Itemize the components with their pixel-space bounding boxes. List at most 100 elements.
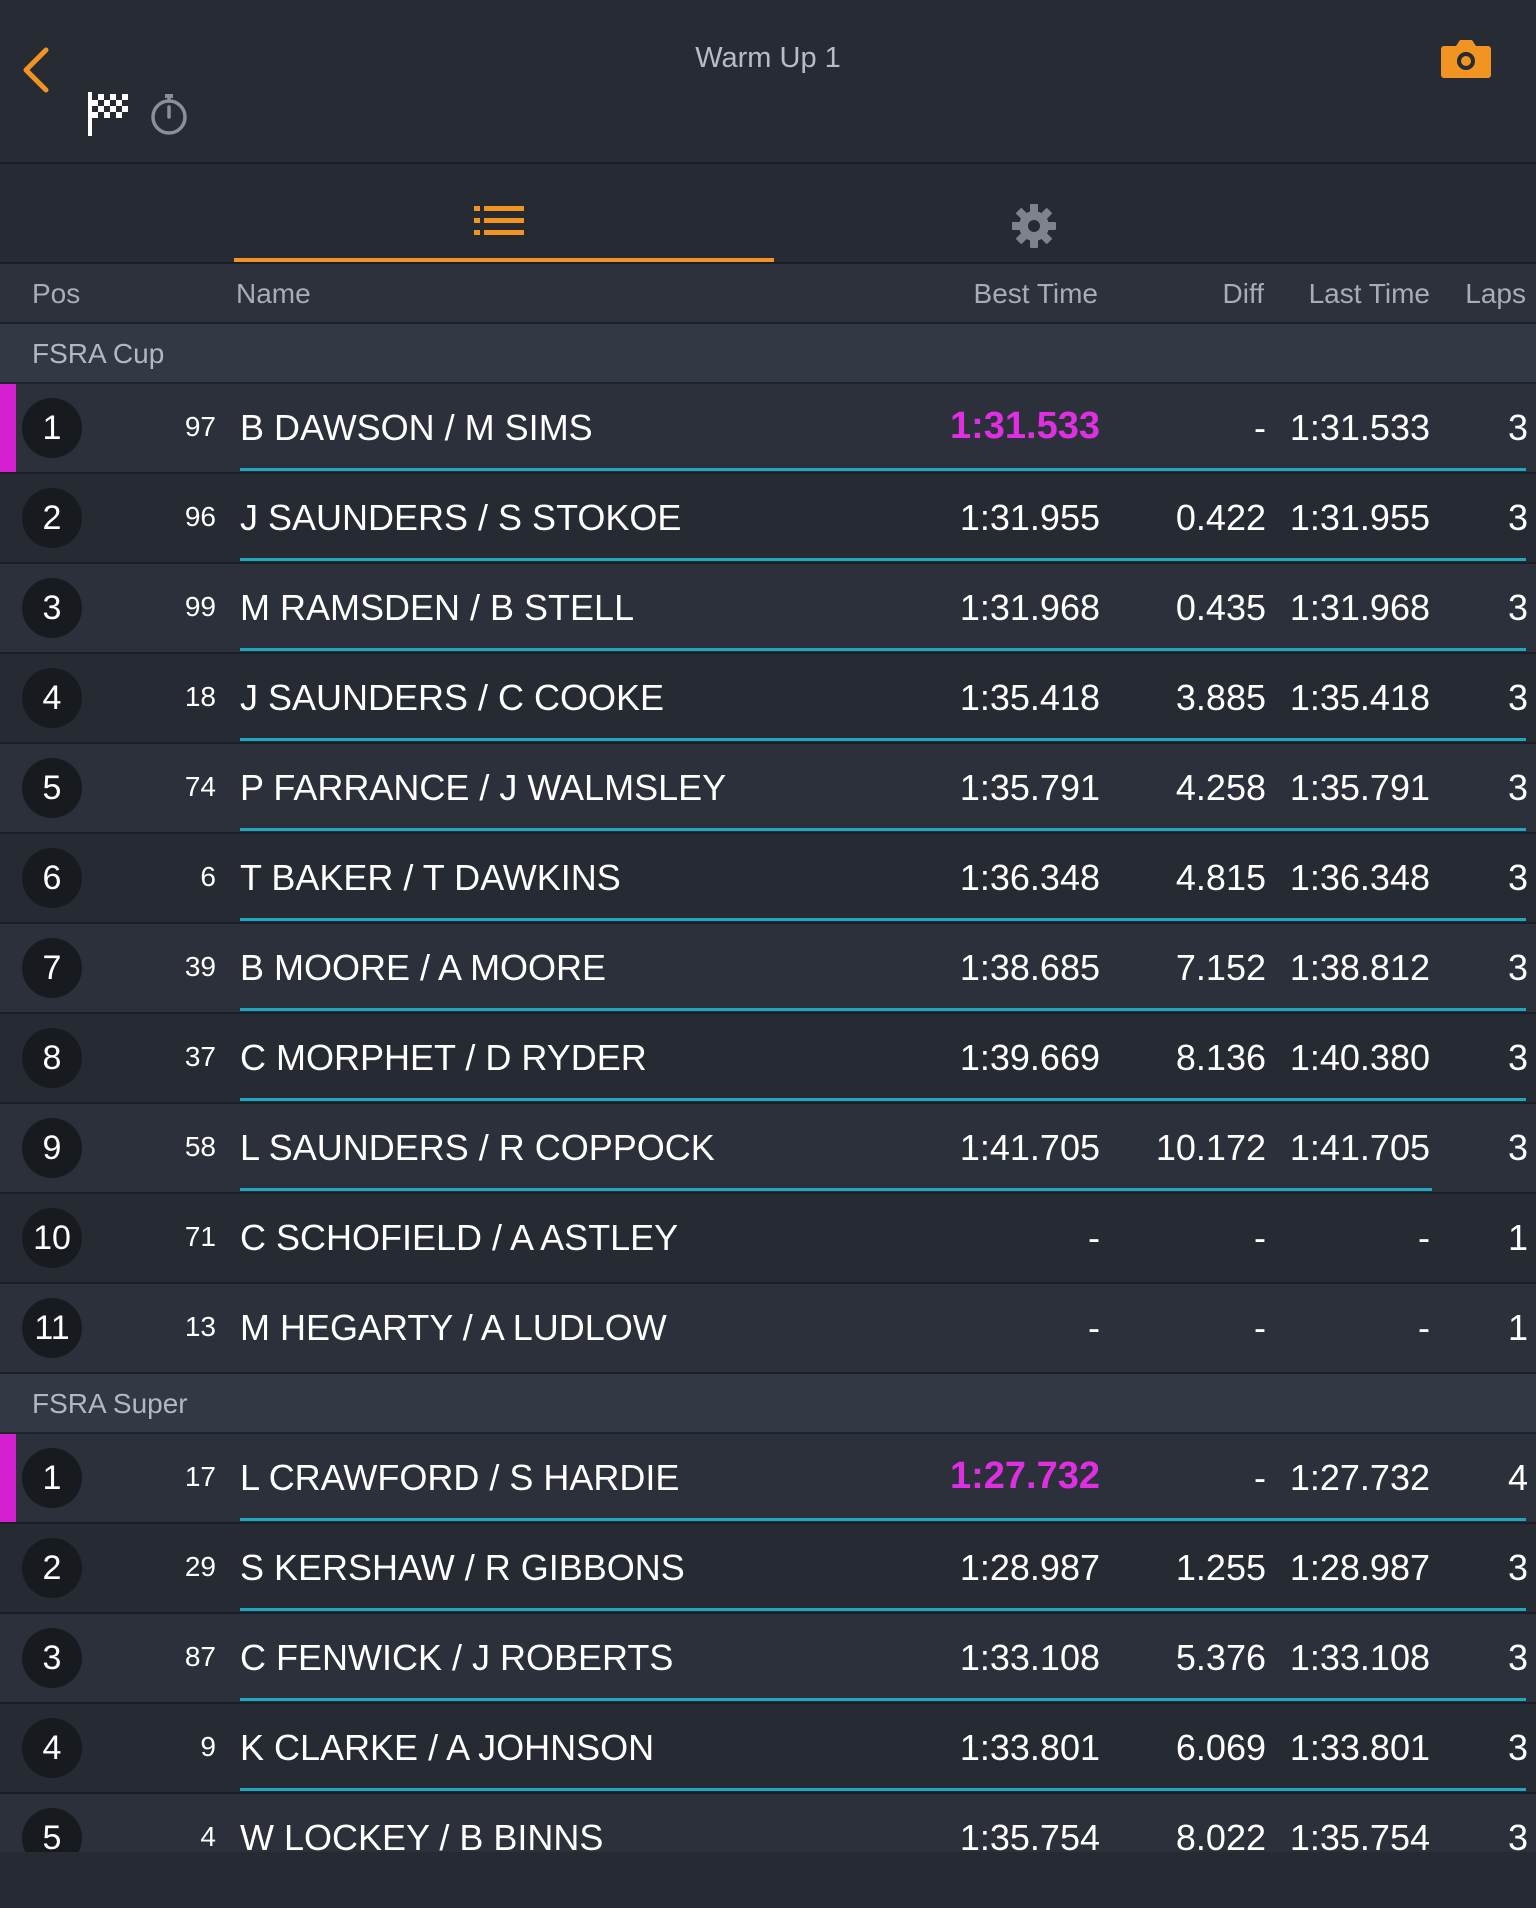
list-icon: [474, 206, 524, 235]
leader-indicator: [0, 384, 16, 472]
lap-progress-line: [240, 468, 1526, 471]
table-row[interactable]: 3 99 M RAMSDEN / B STELL 1:31.968 0.435 1:31.…: [0, 564, 1536, 654]
position-badge: 3: [22, 1628, 82, 1688]
last-time: 1:31.533: [1289, 407, 1430, 448]
best-time: 1:33.108: [959, 1637, 1100, 1678]
table-row[interactable]: 7 39 B MOORE / A MOORE 1:38.685 7.152 1:38.81…: [0, 924, 1536, 1014]
driver-names: C MORPHET / D RYDER: [240, 1037, 647, 1078]
best-time: 1:31.533: [949, 405, 1100, 447]
diff-time: 0.435: [1175, 587, 1266, 628]
tab-results-list[interactable]: [234, 164, 774, 262]
last-time: 1:35.418: [1289, 677, 1430, 718]
laps-count: 3: [1507, 677, 1528, 718]
table-row[interactable]: 11 13 M HEGARTY / A LUDLOW - - - 1: [0, 1284, 1536, 1374]
laps-count: 3: [1507, 497, 1528, 538]
last-time: 1:27.732: [1289, 1457, 1430, 1498]
car-number: 58: [184, 1131, 216, 1162]
lap-progress-line: [240, 828, 1526, 831]
table-row[interactable]: 9 58 L SAUNDERS / R COPPOCK 1:41.705 10.172 1…: [0, 1104, 1536, 1194]
leader-indicator: [0, 1434, 16, 1522]
car-number: 39: [184, 951, 216, 982]
car-number: 74: [184, 771, 216, 802]
laps-count: 4: [1507, 1457, 1528, 1498]
lap-progress-line: [240, 1608, 1526, 1611]
diff-time: 6.069: [1175, 1727, 1266, 1768]
stopwatch-icon: [151, 94, 187, 135]
laps-count: 3: [1507, 767, 1528, 808]
diff-time: 7.152: [1175, 947, 1266, 988]
diff-time: -: [1254, 407, 1266, 448]
car-number: 17: [184, 1461, 216, 1492]
driver-names: L CRAWFORD / S HARDIE: [240, 1457, 680, 1498]
car-number: 6: [200, 861, 216, 892]
best-time: 1:33.801: [959, 1727, 1100, 1768]
table-row[interactable]: 4 9 K CLARKE / A JOHNSON 1:33.801 6.069 1:33.…: [0, 1704, 1536, 1794]
diff-time: -: [1254, 1217, 1266, 1258]
table-row[interactable]: 8 37 C MORPHET / D RYDER 1:39.669 8.136 1:40.…: [0, 1014, 1536, 1104]
last-time: -: [1418, 1307, 1430, 1348]
diff-time: -: [1254, 1307, 1266, 1348]
car-number: 13: [184, 1311, 216, 1342]
position-badge: 10: [22, 1208, 82, 1268]
car-number: 87: [184, 1641, 216, 1672]
lap-progress-line: [240, 1188, 1432, 1191]
car-number: 99: [184, 591, 216, 622]
diff-time: 4.258: [1175, 767, 1266, 808]
driver-names: C SCHOFIELD / A ASTLEY: [240, 1217, 679, 1258]
laps-count: 3: [1507, 1037, 1528, 1078]
table-row[interactable]: 6 6 T BAKER / T DAWKINS 1:36.348 4.815 1:36.3…: [0, 834, 1536, 924]
lap-progress-line: [240, 738, 1526, 741]
laps-count: 3: [1507, 587, 1528, 628]
last-time: -: [1418, 1217, 1430, 1258]
car-number: 71: [184, 1221, 216, 1252]
table-row[interactable]: 4 18 J SAUNDERS / C COOKE 1:35.418 3.885 1:35…: [0, 654, 1536, 744]
lap-progress-line: [240, 1788, 1526, 1791]
car-number: 4: [200, 1821, 216, 1852]
best-time: -: [1088, 1217, 1100, 1258]
screenshot-button[interactable]: [1440, 36, 1492, 80]
last-time: 1:33.801: [1289, 1727, 1430, 1768]
table-row[interactable]: 1 17 L CRAWFORD / S HARDIE 1:27.732-1:27.73…: [0, 1434, 1536, 1524]
position-badge: 7: [22, 938, 82, 998]
driver-names: M HEGARTY / A LUDLOW: [240, 1307, 667, 1348]
best-time: 1:27.732: [949, 1455, 1100, 1497]
driver-names: B MOORE / A MOORE: [240, 947, 607, 988]
diff-time: 1.255: [1175, 1547, 1266, 1588]
best-time: 1:39.669: [959, 1037, 1100, 1078]
laps-count: 3: [1507, 1727, 1528, 1768]
col-best-time: Best Time: [973, 278, 1098, 309]
table-row[interactable]: 2 96 J SAUNDERS / S STOKOE 1:31.955 0.422 1:3…: [0, 474, 1536, 564]
diff-time: 5.376: [1175, 1637, 1266, 1678]
lap-progress-line: [240, 918, 1526, 921]
last-time: 1:31.968: [1289, 587, 1430, 628]
lap-progress-line: [240, 1008, 1526, 1011]
best-time: 1:36.348: [959, 857, 1100, 898]
driver-names: J SAUNDERS / S STOKOE: [240, 497, 682, 538]
table-row[interactable]: 1 97 B DAWSON / M SIMS 1:31.533-1:31.533 3: [0, 384, 1536, 474]
best-time: 1:35.791: [959, 767, 1100, 808]
tab-settings[interactable]: [774, 164, 1314, 262]
camera-icon: [1441, 40, 1491, 78]
car-number: 37: [184, 1041, 216, 1072]
last-time: 1:41.705: [1289, 1127, 1430, 1168]
table-row[interactable]: 3 87 C FENWICK / J ROBERTS 1:33.108 5.376 1:3…: [0, 1614, 1536, 1704]
driver-names: C FENWICK / J ROBERTS: [240, 1637, 674, 1678]
lap-progress-line: [240, 558, 1526, 561]
best-time: 1:38.685: [959, 947, 1100, 988]
table-row[interactable]: 10 71 C SCHOFIELD / A ASTLEY - - - 1: [0, 1194, 1536, 1284]
position-badge: 3: [22, 578, 82, 638]
col-name: Name: [236, 278, 311, 309]
table-row[interactable]: 2 29 S KERSHAW / R GIBBONS 1:28.987 1.255 1:2…: [0, 1524, 1536, 1614]
last-time: 1:33.108: [1289, 1637, 1430, 1678]
position-badge: 9: [22, 1118, 82, 1178]
table-row[interactable]: 5 74 P FARRANCE / J WALMSLEY 1:35.791 4.258 1…: [0, 744, 1536, 834]
col-last-time: Last Time: [1308, 278, 1430, 309]
diff-time: 3.885: [1175, 677, 1266, 718]
last-time: 1:38.812: [1289, 947, 1430, 988]
last-time: 1:28.987: [1289, 1547, 1430, 1588]
top-bar: Warm Up 1: [0, 0, 1536, 164]
car-number: 29: [184, 1551, 216, 1582]
position-badge: 1: [22, 1448, 82, 1508]
laps-count: 3: [1507, 1127, 1528, 1168]
checkered-flag-icon: [88, 92, 128, 136]
